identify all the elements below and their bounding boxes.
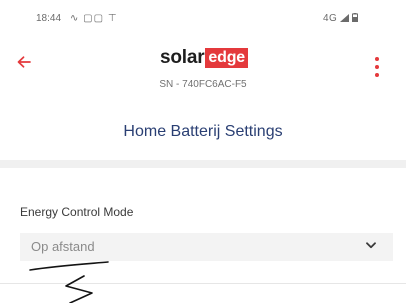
logo-box-text: edge bbox=[205, 48, 248, 68]
app-bar: solar edge SN - 740FC6AC-F5 bbox=[0, 34, 406, 106]
status-right: 4G bbox=[323, 13, 358, 24]
back-button[interactable] bbox=[6, 47, 42, 77]
status-bar: 18:44 ∿ ▢▢ ⊤ 4G bbox=[0, 0, 406, 34]
chevron-down-icon bbox=[366, 242, 376, 249]
battery-icon bbox=[351, 13, 358, 22]
section-divider bbox=[0, 160, 406, 168]
more-menu-button[interactable] bbox=[362, 49, 392, 85]
arrow-left-icon bbox=[17, 56, 31, 68]
solaredge-logo: solar edge bbox=[160, 46, 248, 70]
field-separator bbox=[0, 283, 406, 284]
notification-icons: ∿ ▢▢ ⊤ bbox=[70, 13, 118, 24]
page-title: Home Batterij Settings bbox=[123, 123, 283, 140]
network-type: 4G bbox=[323, 13, 338, 24]
signal-icon bbox=[340, 14, 350, 22]
more-vert-icon bbox=[375, 57, 379, 61]
energy-control-mode-select[interactable]: Op afstand bbox=[20, 233, 393, 261]
energy-control-mode-value: Op afstand bbox=[31, 239, 95, 254]
serial-number: SN - 740FC6AC-F5 bbox=[159, 79, 247, 90]
status-time: 18:44 bbox=[36, 13, 62, 24]
energy-control-mode-label: Energy Control Mode bbox=[20, 205, 134, 219]
logo-text: solar bbox=[160, 47, 205, 68]
